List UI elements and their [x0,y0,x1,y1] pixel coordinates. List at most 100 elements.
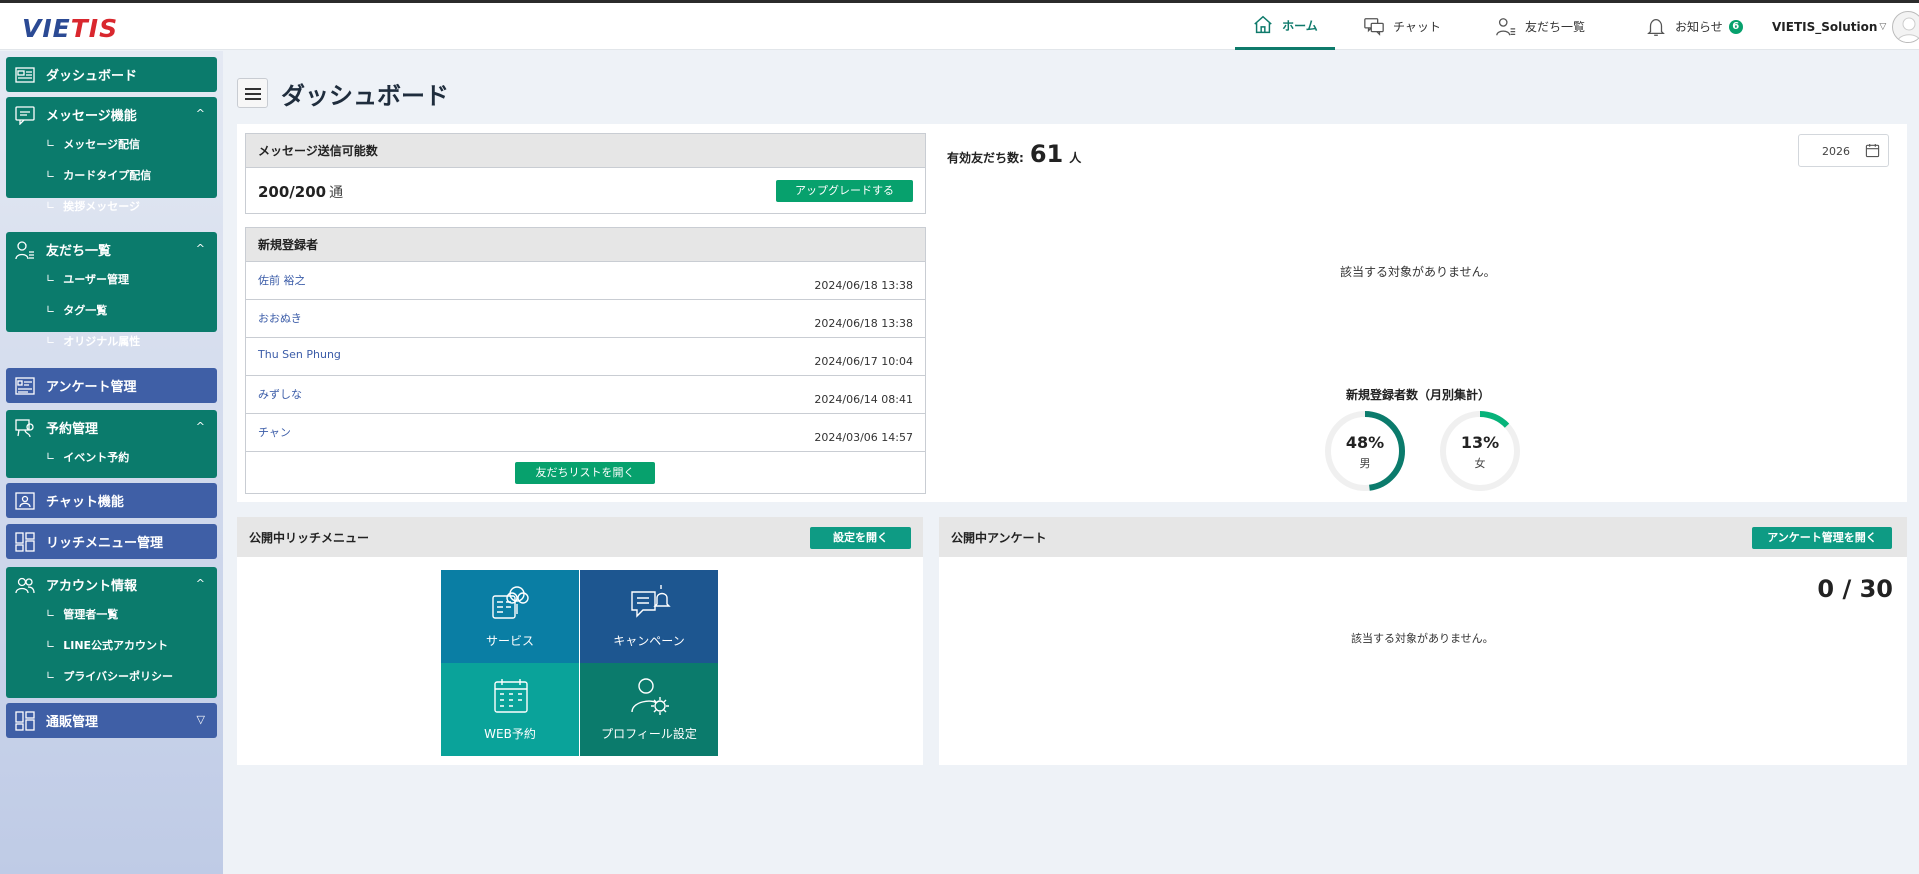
calendar-icon [494,679,528,713]
sidebar-group-friends: 友だち一覧 ^ ∟ ユーザー管理 ∟ タグ一覧 ∟ オリジナル属性 [6,232,217,348]
registrant-date: 2024/06/18 13:38 [814,279,913,292]
calendar-icon [1865,143,1880,158]
year-picker[interactable]: 2026 [1798,134,1889,167]
sidebar-subitem-greeting[interactable]: ∟ 挨拶メッセージ [6,190,217,221]
donut-female-label: 女 [1474,457,1486,470]
page-title: ダッシュボード [281,82,449,110]
tile-label: サービス [485,634,534,648]
hamburger-line [245,98,261,100]
chat-function-icon [15,492,35,510]
sidebar-subitem-privacy[interactable]: ∟ プライバシーポリシー [6,660,217,691]
nav-home[interactable]: ホーム [1235,3,1335,50]
open-friends-list-button[interactable]: 友だちリストを開く [515,462,655,484]
sidebar-group-reservation: 予約管理 ^ ∟ イベント予約 [6,410,217,478]
nav-chat[interactable]: チャット [1363,3,1441,50]
chat-icon [1364,17,1384,36]
sidebar-item-dashboard[interactable]: ダッシュボード [6,57,217,92]
notice-badge: 6 [1728,19,1743,34]
open-settings-button[interactable]: 設定を開く [810,527,911,549]
empty-message: 該当する対象がありません。 [1340,265,1496,279]
richmenu-tile-profile-settings[interactable]: プロフィール設定 [580,663,718,756]
nav-home-label: ホーム [1282,18,1318,33]
donut-male-percent: 48% [1345,433,1385,452]
survey-count: 0 / 30 [1817,575,1893,603]
richmenu-tile-service[interactable]: サービス [441,570,579,663]
registrant-date: 2024/06/17 10:04 [814,355,913,368]
user-menu[interactable]: VIETIS_Solution ▽ [1772,3,1919,50]
survey-empty-message: 該当する対象がありません。 [1351,632,1494,645]
survey-title: 公開中アンケート [951,530,1047,545]
registrant-name[interactable]: チャン [258,424,291,440]
sidebar-subitem-message-delivery[interactable]: ∟ メッセージ配信 [6,128,217,159]
richmenu-tile-web-reservation[interactable]: WEB予約 [441,663,579,756]
donut-male-label: 男 [1359,457,1371,470]
profile-settings-icon [631,678,669,715]
survey-panel: 公開中アンケート アンケート管理を開く 0 / 30 該当する対象がありません。 [939,517,1907,765]
sidebar-subitem-tags[interactable]: ∟ タグ一覧 [6,294,217,325]
nav-notice-label: お知らせ [1675,20,1723,34]
sidebar-item-account[interactable]: アカウント情報 ^ [6,567,217,602]
registrant-name[interactable]: みずしな [258,386,302,402]
reservation-icon [15,419,34,438]
sidebar-subitem-event-reservation[interactable]: ∟ イベント予約 [6,441,217,472]
sidebar-subitem-card-delivery[interactable]: ∟ カードタイプ配信 [6,159,217,190]
richmenu-panel: 公開中リッチメニュー 設定を開く サービス キャンペーン WEB予約 プロフィー… [237,517,923,765]
upgrade-button[interactable]: アップグレードする [776,180,913,202]
registrant-name[interactable]: Thu Sen Phung [258,348,341,361]
active-friends-unit: 人 [1069,151,1082,165]
logo[interactable]: VIETIS [22,14,118,43]
richmenu-tile-campaign[interactable]: キャンペーン [580,570,718,663]
grid-icon [15,532,35,552]
sidebar-item-friends[interactable]: 友だち一覧 ^ [6,232,217,267]
survey-icon [15,377,35,395]
chevron-down-icon: ▽ [1879,21,1887,32]
tile-label: プロフィール設定 [601,727,697,741]
chevron-up-icon: ^ [195,420,205,433]
sidebar-subitem-attributes[interactable]: ∟ オリジナル属性 [6,325,217,356]
chevron-down-icon: ▽ [196,713,205,726]
richmenu-preview: サービス キャンペーン WEB予約 プロフィール設定 [441,570,718,756]
user-name: VIETIS_Solution [1772,19,1878,34]
message-count-title: メッセージ送信可能数 [246,134,925,168]
active-friends-value: 61 [1029,140,1064,168]
table-row: おおぬき 2024/06/18 13:38 [246,300,925,338]
sidebar-item-reservation[interactable]: 予約管理 ^ [6,410,217,445]
tile-label: キャンペーン [613,634,685,648]
nav-friends[interactable]: 友だち一覧 [1495,3,1585,50]
nav-friends-label: 友だち一覧 [1525,20,1586,34]
sidebar-item-chat[interactable]: チャット機能 [6,483,217,518]
sidebar-item-message[interactable]: メッセージ機能 ^ [6,97,217,132]
active-friends-label: 有効友だち数: [947,151,1024,165]
chevron-up-icon: ^ [195,242,205,255]
active-friends-count: 有効友だち数: 61 人 [947,140,1081,168]
sidebar-subitem-admins[interactable]: ∟ 管理者一覧 [6,598,217,629]
sidebar-item-survey[interactable]: アンケート管理 [6,368,217,403]
survey-header: 公開中アンケート アンケート管理を開く [939,517,1907,557]
sidebar-subitem-user-management[interactable]: ∟ ユーザー管理 [6,263,217,294]
table-row: みずしな 2024/06/14 08:41 [246,376,925,414]
sidebar-subitem-line-account[interactable]: ∟ LINE公式アカウント [6,629,217,660]
tile-label: WEB予約 [484,727,536,741]
service-icon [492,586,529,619]
people-icon [15,577,35,594]
registrant-date: 2024/06/18 13:38 [814,317,913,330]
nav-notice[interactable]: お知らせ 6 [1645,3,1743,50]
registrant-name[interactable]: おおぬき [258,310,302,326]
menu-toggle-button[interactable] [237,78,268,108]
registrant-date: 2024/06/14 08:41 [814,393,913,406]
sidebar: ダッシュボード メッセージ機能 ^ ∟ メッセージ配信 ∟ カードタイプ配信 ∟ 挨拶… [0,51,223,874]
avatar[interactable] [1892,10,1919,43]
message-count-value: 200/200 通 [258,183,344,201]
sidebar-group-account: アカウント情報 ^ ∟ 管理者一覧 ∟ LINE公式アカウント ∟ プライバシーポリシ… [6,567,217,698]
donut-female-percent: 13% [1460,433,1500,452]
nav-chat-label: チャット [1393,20,1441,34]
registrant-date: 2024/03/06 14:57 [814,431,913,444]
donut-male: 48% 男 [1322,408,1408,494]
year-value: 2026 [1822,145,1850,158]
registrant-name[interactable]: 佐前 裕之 [258,272,306,288]
sidebar-item-richmenu[interactable]: リッチメニュー管理 [6,524,217,559]
avatar-icon [1897,17,1919,42]
sidebar-item-ecommerce[interactable]: 通販管理 ▽ [6,703,217,738]
chevron-up-icon: ^ [195,577,205,590]
open-survey-management-button[interactable]: アンケート管理を開く [1752,527,1892,549]
